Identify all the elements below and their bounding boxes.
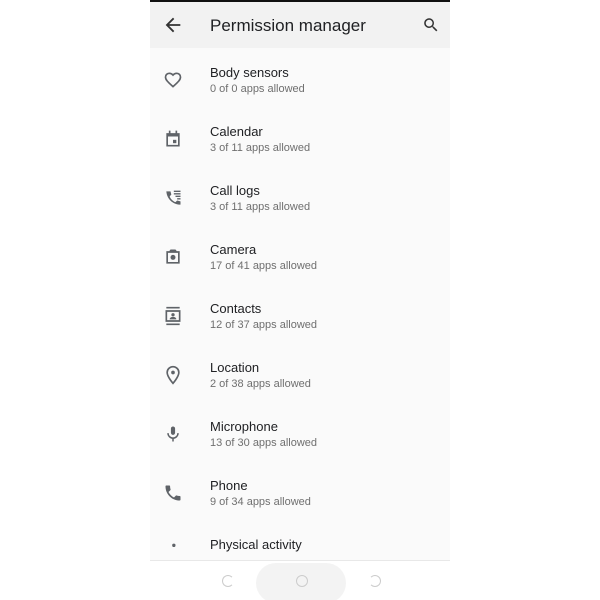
- back-arrow-icon[interactable]: [162, 14, 184, 36]
- phone-screen: Permission manager Body sensors 0 of 0 a…: [150, 0, 450, 600]
- permission-item-location[interactable]: Location 2 of 38 apps allowed: [150, 343, 450, 402]
- permission-list: Body sensors 0 of 0 apps allowed Calenda…: [150, 48, 450, 560]
- microphone-icon: [167, 426, 179, 442]
- permission-status: 9 of 34 apps allowed: [210, 496, 311, 508]
- phone-icon: [165, 485, 181, 501]
- permission-item-calendar[interactable]: Calendar 3 of 11 apps allowed: [150, 107, 450, 166]
- permission-status: 17 of 41 apps allowed: [210, 260, 318, 272]
- permission-label: Microphone: [210, 419, 278, 434]
- nav-home-button[interactable]: [296, 575, 308, 587]
- calendar-icon: [166, 130, 180, 147]
- nav-back-button[interactable]: [369, 575, 381, 587]
- permission-status: 2 of 38 apps allowed: [210, 378, 311, 390]
- call-log-icon: [166, 190, 181, 205]
- activity-icon: [172, 543, 176, 547]
- page-title: Permission manager: [210, 16, 366, 35]
- permission-label: Contacts: [210, 301, 262, 316]
- navigation-bar: [150, 560, 450, 600]
- search-icon[interactable]: [422, 16, 440, 34]
- permission-label: Body sensors: [210, 65, 289, 80]
- camera-icon: [166, 249, 180, 264]
- permission-item-microphone[interactable]: Microphone 13 of 30 apps allowed: [150, 402, 450, 461]
- nav-recents-button[interactable]: [222, 575, 234, 587]
- heart-icon: [164, 72, 182, 88]
- permission-item-body-sensors[interactable]: Body sensors 0 of 0 apps allowed: [150, 48, 450, 107]
- permission-status: 3 of 11 apps allowed: [210, 201, 311, 213]
- permission-status: 0 of 0 apps allowed: [210, 83, 305, 95]
- permission-status: 12 of 37 apps allowed: [210, 319, 318, 331]
- permission-item-call-logs[interactable]: Call logs 3 of 11 apps allowed: [150, 166, 450, 225]
- contacts-icon: [165, 306, 181, 326]
- permission-label: Call logs: [210, 183, 260, 198]
- permission-label: Camera: [210, 242, 257, 257]
- permission-label: Physical activity: [210, 537, 302, 552]
- permission-item-phone[interactable]: Phone 9 of 34 apps allowed: [150, 461, 450, 520]
- app-bar: Permission manager: [150, 2, 450, 48]
- permission-status: 3 of 11 apps allowed: [210, 142, 311, 154]
- permission-status: 13 of 30 apps allowed: [210, 437, 318, 449]
- location-icon: [166, 365, 180, 385]
- permission-item-physical-activity[interactable]: Physical activity: [150, 520, 450, 560]
- permission-label: Phone: [210, 478, 248, 493]
- permission-item-contacts[interactable]: Contacts 12 of 37 apps allowed: [150, 284, 450, 343]
- permission-label: Location: [210, 360, 260, 375]
- permission-item-camera[interactable]: Camera 17 of 41 apps allowed: [150, 225, 450, 284]
- permission-label: Calendar: [210, 124, 263, 139]
